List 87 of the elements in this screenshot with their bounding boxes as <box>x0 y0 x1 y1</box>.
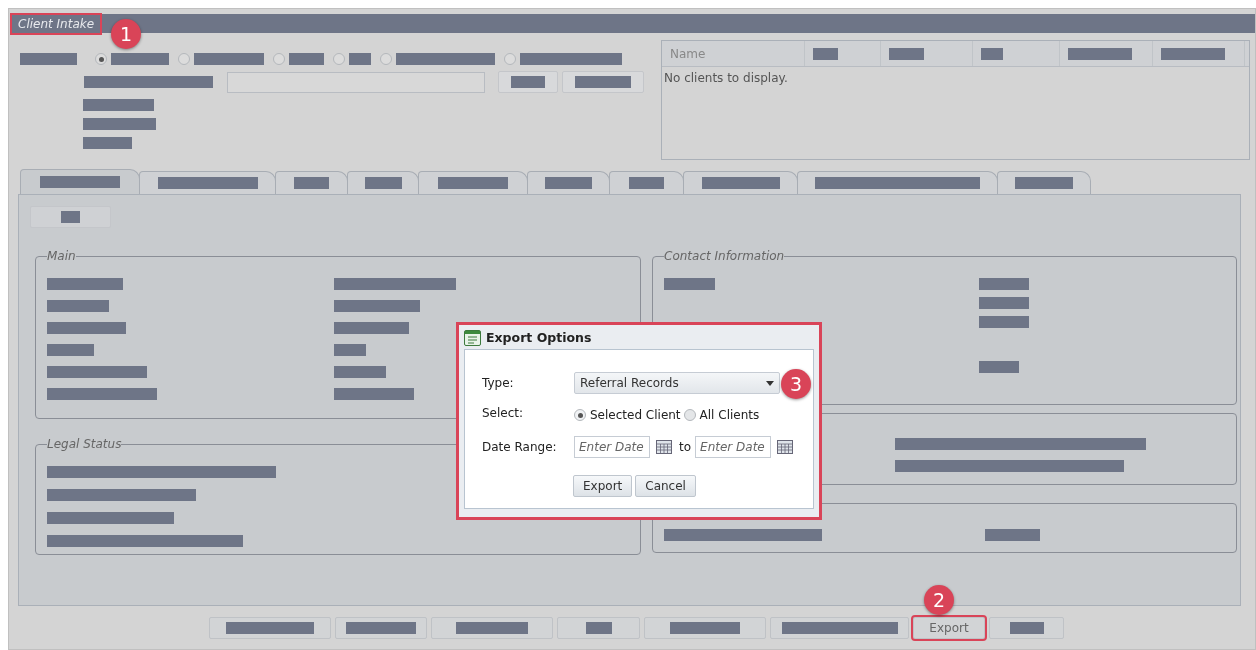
redacted-text <box>456 622 528 634</box>
tab[interactable] <box>609 171 684 194</box>
redacted-text <box>545 177 592 189</box>
toolbar-button[interactable] <box>644 617 766 639</box>
radio-button[interactable] <box>380 53 392 65</box>
toolbar-button[interactable] <box>770 617 909 639</box>
redacted-text <box>349 53 371 65</box>
toolbar-button[interactable] <box>335 617 427 639</box>
redacted-text <box>575 76 631 88</box>
redacted-text <box>346 622 416 634</box>
to-label: to <box>679 439 692 456</box>
tab[interactable] <box>139 171 276 194</box>
caret-icon <box>766 380 774 386</box>
redacted-text <box>1068 47 1132 60</box>
redacted-text <box>511 76 545 88</box>
redacted-text <box>61 211 80 223</box>
redacted-text <box>83 137 132 149</box>
empty-message: No clients to display. <box>663 70 789 87</box>
redacted-text <box>1009 622 1044 634</box>
redacted-text <box>629 177 664 189</box>
new-button[interactable] <box>30 206 111 228</box>
search-button[interactable] <box>498 71 558 93</box>
calendar-icon[interactable] <box>777 439 794 455</box>
radio-button[interactable] <box>178 53 190 65</box>
redacted-text <box>47 300 109 312</box>
tab[interactable] <box>527 171 610 194</box>
radio-button[interactable] <box>333 53 345 65</box>
redacted-text <box>83 99 154 111</box>
redacted-text <box>20 53 77 65</box>
redacted-text <box>813 47 838 60</box>
radio-button[interactable] <box>273 53 285 65</box>
toolbar-button[interactable] <box>431 617 553 639</box>
callout-badge: 1 <box>111 19 141 49</box>
redacted-text <box>47 344 94 356</box>
export-button[interactable]: Export <box>913 617 985 639</box>
redacted-text <box>664 278 715 290</box>
redacted-text <box>294 177 329 189</box>
radio-option[interactable]: All Clients <box>683 406 760 424</box>
radio-button[interactable] <box>95 53 107 65</box>
tab[interactable] <box>997 171 1091 194</box>
form-icon <box>464 330 481 346</box>
redacted-text <box>334 344 366 356</box>
redacted-text <box>979 278 1029 290</box>
field-label: Select: <box>482 405 525 422</box>
search-field[interactable] <box>227 71 485 93</box>
field-label: Date Range: <box>482 439 558 456</box>
date-field[interactable]: Enter Date <box>574 436 650 458</box>
redacted-text <box>585 622 612 634</box>
tab[interactable] <box>347 171 419 194</box>
field-label: Type: <box>482 375 515 392</box>
redacted-text <box>334 366 386 378</box>
window-title: Client Intake <box>12 14 101 33</box>
redacted-text <box>979 361 1019 373</box>
redacted-text <box>111 53 169 65</box>
redacted-text <box>194 53 264 65</box>
toolbar-button[interactable] <box>209 617 331 639</box>
tab[interactable] <box>418 171 528 194</box>
dialog-title: Export Options <box>486 328 592 347</box>
radio-option[interactable]: Selected Client <box>574 406 681 424</box>
cancel-button[interactable]: Cancel <box>635 475 696 497</box>
redacted-text <box>438 177 508 189</box>
tab[interactable] <box>20 169 140 194</box>
redacted-text <box>289 53 324 65</box>
tab[interactable] <box>683 171 798 194</box>
tab[interactable] <box>797 171 998 194</box>
toolbar-button[interactable] <box>557 617 640 639</box>
toolbar-button[interactable] <box>989 617 1064 639</box>
redacted-text <box>979 316 1029 328</box>
redacted-text <box>981 47 1003 60</box>
redacted-text <box>1015 177 1073 189</box>
redacted-text <box>889 47 924 60</box>
redacted-text <box>670 622 740 634</box>
group-title: Contact Information <box>664 250 785 262</box>
redacted-text <box>1161 47 1225 60</box>
redacted-text <box>364 177 402 189</box>
date-field[interactable]: Enter Date <box>695 436 772 458</box>
calendar-icon[interactable] <box>656 439 672 455</box>
group-title: Legal Status <box>47 438 122 450</box>
export-button[interactable]: Export <box>573 475 633 497</box>
type-dropdown[interactable]: Referral Records <box>574 372 780 394</box>
tab[interactable] <box>275 171 348 194</box>
radio-button[interactable] <box>504 53 516 65</box>
callout-badge: 2 <box>924 585 954 615</box>
clear-button[interactable] <box>562 71 644 93</box>
redacted-text <box>985 529 1040 541</box>
group-title: Main <box>47 250 76 262</box>
redacted-text <box>979 297 1029 309</box>
